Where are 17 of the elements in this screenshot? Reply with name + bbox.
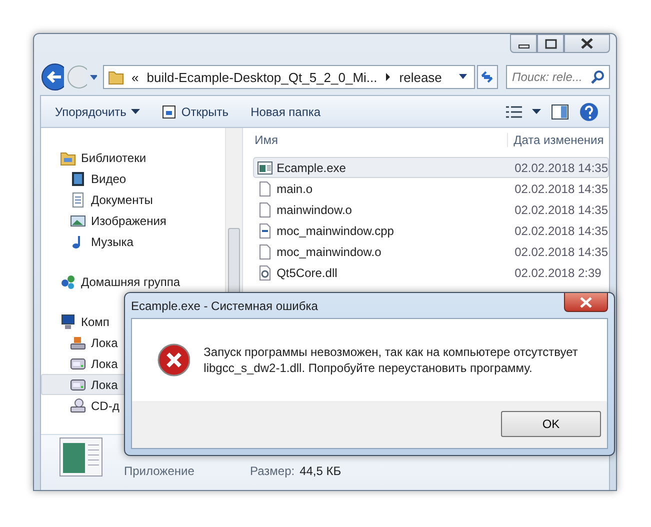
error-message: Запуск программы невозможен, так как на компьютере отсутствует libgcc_s_dw2-1.dll. Попробуйте переустановить программу. xyxy=(204,344,579,376)
file-date: 02.02.2018 14:35 xyxy=(514,182,608,196)
file-name: mainwindow.o xyxy=(276,202,352,216)
file-date: 02.02.2018 14:35 xyxy=(514,160,608,174)
file-name: moc_mainwindow.o xyxy=(276,244,382,258)
file-type: Приложение xyxy=(124,464,196,478)
file-date: 02.02.2018 14:35 xyxy=(514,224,608,238)
file-name: main.o xyxy=(276,182,313,196)
file-name: Qt5Core.dll xyxy=(276,266,338,280)
size-value: 44,5 КБ xyxy=(300,464,342,478)
file-date: 02.02.2018 2:39 xyxy=(514,266,602,280)
size-label: Размер: xyxy=(250,464,295,478)
file-date: 02.02.2018 14:35 xyxy=(514,202,608,216)
dialog-title: Ecample.exe - Системная ошибка xyxy=(131,298,318,312)
file-date: 02.02.2018 14:35 xyxy=(514,244,608,258)
file-name: Ecample.exe xyxy=(276,160,346,174)
file-name: moc_mainwindow.cpp xyxy=(276,224,394,238)
